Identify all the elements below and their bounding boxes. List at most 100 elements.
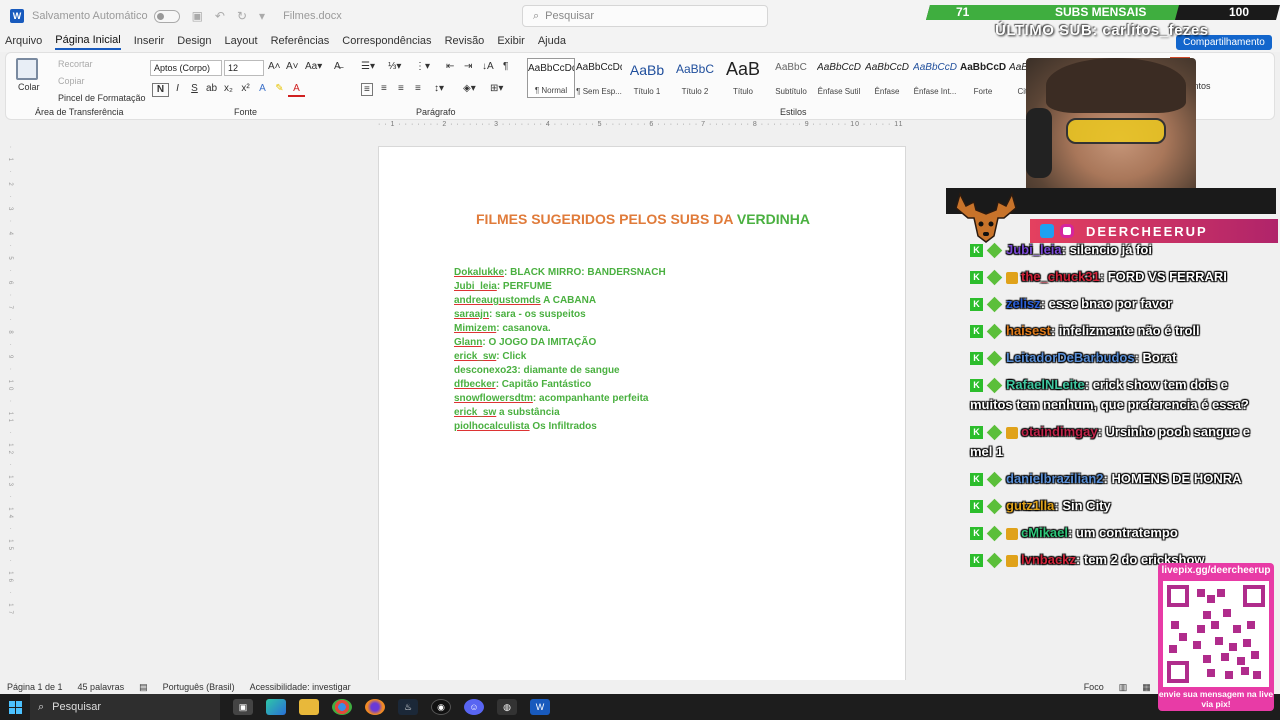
- tab-correspondencias[interactable]: Correspondências: [342, 35, 431, 49]
- grow-font-icon[interactable]: A˄: [268, 61, 281, 72]
- taskbar-search[interactable]: ⌕ Pesquisar: [30, 694, 220, 720]
- document-page[interactable]: FILMES SUGERIDOS PELOS SUBS DA VERDINHA …: [378, 146, 906, 686]
- style-item[interactable]: AaBbCcD Ênfase Int...: [911, 58, 959, 98]
- tab-ajuda[interactable]: Ajuda: [538, 35, 566, 49]
- word-count[interactable]: 45 palavras: [78, 682, 125, 692]
- numbering-icon[interactable]: ⅓▾: [388, 61, 401, 72]
- font-family-select[interactable]: Aptos (Corpo): [150, 60, 222, 76]
- tab-inserir[interactable]: Inserir: [134, 35, 165, 49]
- highlight-icon[interactable]: ✎: [271, 83, 288, 97]
- style-label: Ênfase Sutil: [817, 87, 861, 96]
- suggestion-user: piolhocalculista: [454, 421, 530, 432]
- tab-pagina-inicial[interactable]: Página Inicial: [55, 34, 121, 50]
- search-input[interactable]: ⌕ Pesquisar: [522, 5, 768, 27]
- obs-icon[interactable]: ◉: [431, 699, 451, 715]
- print-layout-icon[interactable]: ▦: [1142, 682, 1151, 693]
- increase-indent-icon[interactable]: ⇥: [464, 61, 472, 72]
- font-color-icon[interactable]: A: [288, 83, 305, 97]
- redo-icon[interactable]: ↻: [237, 9, 247, 23]
- vertical-ruler[interactable]: · 1 · 2 · 3 · 4 · 5 · 6 · 7 · 8 · 9 · 10…: [5, 146, 13, 676]
- format-painter-button[interactable]: Pincel de Formatação: [58, 93, 146, 103]
- decrease-indent-icon[interactable]: ⇤: [446, 61, 454, 72]
- shading-icon[interactable]: ◈▾: [463, 83, 476, 94]
- discord-icon[interactable]: ☺: [464, 699, 484, 715]
- file-explorer-icon[interactable]: [299, 699, 319, 715]
- tab-referencias[interactable]: Referências: [271, 35, 330, 49]
- sub-badge-icon: [986, 242, 1003, 259]
- style-item[interactable]: AaBb Título 1: [623, 58, 671, 98]
- qr-module: [1217, 589, 1225, 597]
- show-marks-icon[interactable]: ¶: [503, 61, 508, 72]
- undo-icon[interactable]: ↶: [215, 9, 225, 23]
- style-item[interactable]: AaB Título: [719, 58, 767, 98]
- livepix-url: livepix.gg/deercheerup: [1161, 565, 1271, 576]
- underline-icon[interactable]: S: [186, 83, 203, 97]
- chrome-icon[interactable]: [332, 699, 352, 715]
- change-case-icon[interactable]: Aa▾: [305, 61, 322, 72]
- style-item[interactable]: AaBbC Título 2: [671, 58, 719, 98]
- cut-button[interactable]: Recortar: [58, 59, 93, 69]
- subscript-icon[interactable]: x₂: [220, 83, 237, 97]
- task-view-icon[interactable]: ▣: [233, 699, 253, 715]
- text-effects-icon[interactable]: A: [254, 83, 271, 97]
- tab-design[interactable]: Design: [177, 35, 211, 49]
- bold-icon[interactable]: N: [152, 83, 169, 97]
- sort-icon[interactable]: ↓A: [482, 61, 494, 72]
- document-name[interactable]: Filmes.docx: [283, 10, 342, 22]
- kick-badge-icon: K: [970, 500, 983, 514]
- tab-arquivo[interactable]: Arquivo: [5, 35, 42, 49]
- word-taskbar-icon[interactable]: W: [530, 699, 550, 715]
- chat-username: zelisz: [1006, 296, 1041, 311]
- clear-formatting-icon[interactable]: A̶: [334, 61, 341, 72]
- font-size-select[interactable]: 12: [224, 60, 264, 76]
- style-item[interactable]: AaBbCcD Ênfase: [863, 58, 911, 98]
- strikethrough-icon[interactable]: ab: [203, 83, 220, 97]
- app-icon[interactable]: ◍: [497, 699, 517, 715]
- paste-icon[interactable]: [16, 58, 38, 80]
- qr-module: [1251, 651, 1259, 659]
- copilot-icon[interactable]: [266, 699, 286, 715]
- tab-revisao[interactable]: Revisão: [445, 35, 485, 49]
- taskbar-search-label: Pesquisar: [52, 701, 102, 713]
- line-spacing-icon[interactable]: ↕▾: [434, 83, 444, 94]
- language-status[interactable]: Português (Brasil): [163, 682, 235, 692]
- steam-icon[interactable]: ♨: [398, 699, 418, 715]
- multilevel-list-icon[interactable]: ⋮▾: [415, 61, 430, 72]
- focus-button[interactable]: Foco: [1084, 682, 1104, 692]
- start-button[interactable]: [0, 694, 30, 720]
- align-center-icon[interactable]: ≡: [381, 83, 387, 94]
- horizontal-ruler[interactable]: · · 1 · · · · · · · 2 · · · · · · · 3 · …: [378, 121, 906, 131]
- customize-toolbar-icon[interactable]: ▾: [259, 9, 265, 23]
- chat-text: : FORD VS FERRARI: [1099, 269, 1227, 284]
- superscript-icon[interactable]: x²: [237, 83, 254, 97]
- qr-module: [1243, 639, 1251, 647]
- suggestion-movie: a substância: [496, 407, 560, 418]
- italic-icon[interactable]: I: [169, 83, 186, 97]
- align-left-icon[interactable]: ≡: [361, 83, 373, 96]
- qr-module: [1229, 643, 1237, 651]
- style-item[interactable]: AaBbCcD Forte: [959, 58, 1007, 98]
- paste-button[interactable]: Colar: [18, 82, 40, 92]
- style-item[interactable]: AaBbCcD Ênfase Sutil: [815, 58, 863, 98]
- proofing-icon[interactable]: ▤: [139, 682, 148, 693]
- style-item[interactable]: AaBbCcDd ¶ Sem Esp...: [575, 58, 623, 98]
- page-count[interactable]: Página 1 de 1: [7, 682, 63, 692]
- align-right-icon[interactable]: ≡: [398, 83, 404, 94]
- suggestion-entry: erick_sw a substância: [454, 406, 666, 420]
- style-item[interactable]: AaBbCcDd ¶ Normal: [527, 58, 575, 98]
- autosave-toggle[interactable]: [153, 9, 180, 23]
- copy-button[interactable]: Copiar: [58, 76, 85, 86]
- tab-layout[interactable]: Layout: [225, 35, 258, 49]
- justify-icon[interactable]: ≡: [415, 83, 421, 94]
- shrink-font-icon[interactable]: A˅: [286, 61, 299, 72]
- style-item[interactable]: AaBbC Subtítulo: [767, 58, 815, 98]
- autosave-label: Salvamento Automático: [32, 10, 148, 22]
- font-format-row: N I S ab x₂ x² A ✎ A: [152, 83, 305, 97]
- bullets-icon[interactable]: ☰▾: [361, 61, 375, 72]
- borders-icon[interactable]: ⊞▾: [490, 83, 503, 94]
- firefox-icon[interactable]: [365, 699, 385, 715]
- tab-exibir[interactable]: Exibir: [497, 35, 525, 49]
- accessibility-status[interactable]: Acessibilidade: investigar: [250, 682, 351, 692]
- read-mode-icon[interactable]: ▥: [1119, 682, 1128, 693]
- save-icon[interactable]: ▣: [192, 9, 203, 23]
